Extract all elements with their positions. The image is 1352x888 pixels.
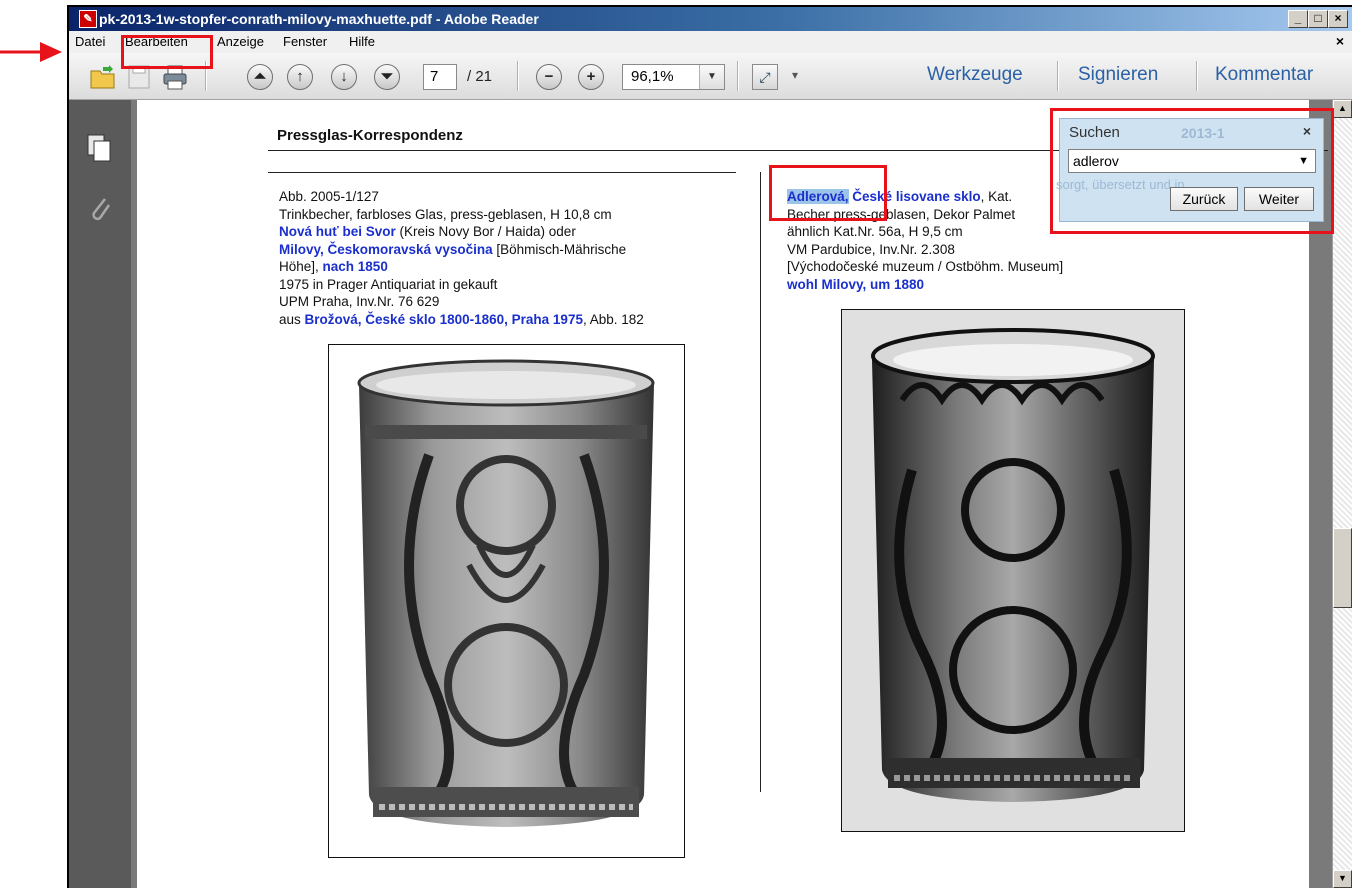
caption-bold: nach 1850 — [322, 259, 388, 274]
search-panel: Suchen 2013-1 × adlerov ▼ sorgt, überset… — [1056, 118, 1324, 222]
last-page-button[interactable]: ⏷ — [374, 64, 400, 90]
menu-bearbeiten[interactable]: Bearbeiten — [125, 34, 188, 49]
caption-line: [Východočeské muzeum / Ostböhm. Museum] — [787, 259, 1064, 274]
caption-line: ähnlich Kat.Nr. 56a, H 9,5 cm — [787, 224, 963, 239]
caption-bold: Nová huť bei Svor — [279, 224, 396, 239]
callout-arrow — [0, 42, 62, 62]
right-caption: Adlerová, České lisovane sklo, Kat. Bech… — [787, 188, 1063, 293]
zoom-in-button[interactable]: + — [578, 64, 604, 90]
toolbar-separator — [737, 61, 739, 91]
search-background-text: sorgt, übersetzt und in — [1056, 177, 1185, 192]
vertical-scrollbar[interactable]: ▲ ▼ — [1332, 100, 1352, 888]
caption-text: Höhe], — [279, 259, 323, 274]
caption-text: , Abb. 182 — [582, 311, 644, 327]
search-back-button[interactable]: Zurück — [1170, 187, 1238, 211]
menu-fenster[interactable]: Fenster — [283, 34, 327, 49]
toolbar-separator — [1196, 61, 1198, 91]
toolbar-separator — [205, 61, 207, 91]
search-highlight: Adlerová, — [787, 189, 849, 204]
toolbar: ⏶ ↑ ↓ ⏷ 7 / 21 − + 96,1% ▼ ⤢ ▾ Werkzeuge… — [69, 53, 1352, 100]
caption-text: (Kreis Novy Bor / Haida) oder — [395, 224, 576, 239]
close-document-icon[interactable]: × — [1336, 33, 1344, 49]
menu-datei[interactable]: Datei — [75, 34, 105, 49]
pressed-glass-beaker-picture — [357, 359, 655, 827]
restore-button[interactable]: □ — [1308, 10, 1328, 28]
print-icon[interactable] — [161, 63, 189, 91]
caption-line: Trinkbecher, farbloses Glas, press-gebla… — [279, 206, 612, 222]
caption-line: VM Pardubice, Inv.Nr. 2.308 — [787, 241, 955, 257]
pages-thumbnail-icon[interactable] — [85, 133, 113, 163]
attachment-paperclip-icon[interactable] — [85, 193, 113, 223]
navigation-panel — [69, 100, 133, 888]
save-icon[interactable] — [125, 63, 153, 91]
minimize-button[interactable]: _ — [1288, 10, 1308, 28]
caption-line: Höhe], nach 1850 — [279, 258, 644, 276]
first-page-button[interactable]: ⏶ — [247, 64, 273, 90]
caption-text: , Kat. — [980, 189, 1013, 204]
close-window-button[interactable]: × — [1328, 10, 1348, 28]
window-title: pk-2013-1w-stopfer-conrath-milovy-maxhue… — [99, 11, 539, 27]
pressed-glass-beaker-picture — [842, 310, 1184, 831]
scroll-up-icon[interactable]: ▲ — [1333, 100, 1352, 118]
caption-line: aus Brožová, České sklo 1800-1860, Praha… — [279, 311, 644, 329]
toolbar-separator — [1057, 61, 1059, 91]
column-rule — [268, 172, 736, 173]
fit-window-icon[interactable]: ⤢ — [752, 64, 778, 90]
menu-bar: Datei Bearbeiten Anzeige Fenster Hilfe × — [69, 31, 1352, 53]
next-page-button[interactable]: ↓ — [331, 64, 357, 90]
caption-line: wohl Milovy, um 1880 — [787, 276, 925, 292]
caption-line: Milovy, Českomoravská vysočina [Böhmisch… — [279, 241, 644, 259]
right-glass-image — [841, 309, 1185, 832]
search-input[interactable]: adlerov ▼ — [1068, 149, 1316, 173]
page-number-input[interactable]: 7 — [423, 64, 457, 90]
caption-line: Nová huť bei Svor (Kreis Novy Bor / Haid… — [279, 223, 644, 241]
caption-line: Abb. 2005-1/127 — [279, 189, 379, 204]
left-caption: Abb. 2005-1/127 Trinkbecher, farbloses G… — [279, 188, 644, 328]
window-controls: _ □ × — [1288, 10, 1348, 28]
caption-bold: Milovy, Českomoravská vysočina — [279, 241, 493, 257]
page-total: / 21 — [467, 68, 493, 85]
search-title: Suchen — [1069, 124, 1120, 141]
scroll-thumb[interactable] — [1333, 528, 1352, 608]
kommentar-link[interactable]: Kommentar — [1215, 64, 1313, 86]
caption-bold: České lisovane sklo — [848, 189, 981, 204]
werkzeuge-link[interactable]: Werkzeuge — [927, 64, 1023, 86]
open-folder-icon[interactable] — [89, 63, 117, 91]
left-glass-image — [328, 344, 685, 858]
page-header: Pressglas-Korrespondenz — [277, 127, 463, 144]
caption-line: 1975 in Prager Antiquariat in gekauft — [279, 276, 498, 292]
search-query: adlerov — [1073, 153, 1119, 169]
zoom-out-button[interactable]: − — [536, 64, 562, 90]
title-bar: ✎ pk-2013-1w-stopfer-conrath-milovy-maxh… — [69, 7, 1352, 31]
toolbar-overflow-icon[interactable]: ▾ — [792, 68, 798, 82]
zoom-select[interactable]: 96,1% ▼ — [622, 64, 725, 90]
prev-page-button[interactable]: ↑ — [287, 64, 313, 90]
toolbar-separator — [517, 61, 519, 91]
caption-line: UPM Praha, Inv.Nr. 76 629 — [279, 294, 440, 309]
zoom-value: 96,1% — [631, 68, 674, 85]
menu-hilfe[interactable]: Hilfe — [349, 34, 375, 49]
caption-bold: Brožová, České sklo 1800-1860, Praha 197… — [304, 311, 583, 327]
pdf-app-icon: ✎ — [79, 10, 97, 28]
caption-line: Adlerová, České lisovane sklo, Kat. — [787, 188, 1063, 206]
signieren-link[interactable]: Signieren — [1078, 64, 1158, 86]
close-search-icon[interactable]: × — [1303, 123, 1311, 139]
caption-line: Becher press-geblasen, Dekor Palmet — [787, 206, 1016, 222]
search-background-label: 2013-1 — [1181, 125, 1225, 141]
caption-text: [Böhmisch-Mährische — [492, 241, 627, 257]
search-next-button[interactable]: Weiter — [1244, 187, 1314, 211]
chevron-down-icon[interactable]: ▼ — [699, 65, 724, 89]
menu-anzeige[interactable]: Anzeige — [217, 34, 264, 49]
chevron-down-icon[interactable]: ▼ — [1298, 150, 1309, 172]
column-divider — [760, 172, 761, 792]
caption-text: aus — [279, 311, 305, 327]
scroll-down-icon[interactable]: ▼ — [1333, 870, 1352, 888]
